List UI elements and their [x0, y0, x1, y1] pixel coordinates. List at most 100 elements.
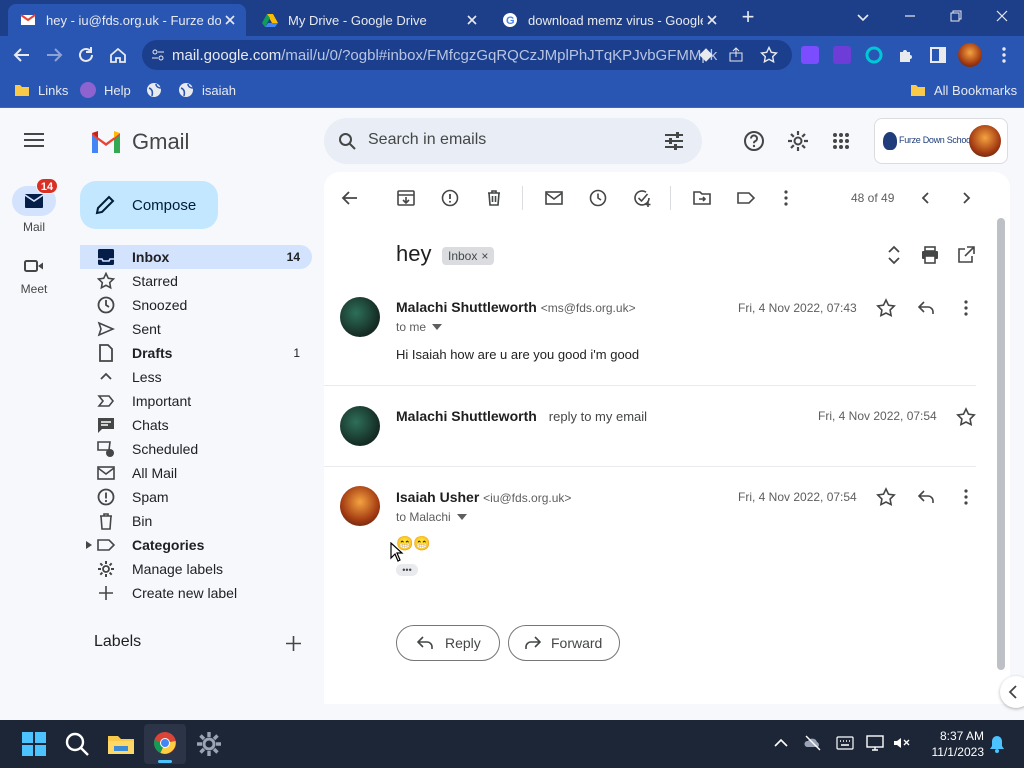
windows-start-icon[interactable]	[18, 728, 50, 760]
recipient-line[interactable]: to Malachi	[396, 510, 467, 524]
nav-item-manage-labels[interactable]: Manage labels	[80, 557, 312, 581]
gmail-logo-icon[interactable]	[90, 129, 122, 153]
bookmark-globe[interactable]	[146, 82, 170, 98]
reload-icon[interactable]	[76, 45, 96, 65]
all-bookmarks[interactable]: All Bookmarks	[910, 82, 1017, 98]
close-window-icon[interactable]	[994, 8, 1010, 24]
nav-item-important[interactable]: Important	[80, 389, 312, 413]
restore-icon[interactable]	[948, 8, 964, 24]
search-options-icon[interactable]	[664, 132, 684, 150]
inbox-chip[interactable]: Inbox ×	[442, 247, 495, 265]
account-avatar[interactable]	[969, 125, 1001, 157]
sender-name[interactable]: Malachi Shuttleworth	[396, 408, 537, 424]
forward-button[interactable]: Forward	[508, 625, 620, 661]
tab-google-search[interactable]: G download memz virus - Google S	[490, 4, 728, 36]
lens-icon[interactable]	[698, 47, 714, 63]
settings-gear-icon[interactable]	[193, 728, 225, 760]
more-options-icon[interactable]	[776, 188, 796, 208]
rail-mail[interactable]: 14 Mail	[0, 178, 68, 234]
nav-item-starred[interactable]: Starred	[80, 269, 312, 293]
clock[interactable]: 8:37 AM 11/1/2023	[920, 728, 985, 760]
side-panel-icon[interactable]	[928, 45, 948, 65]
collapsed-message[interactable]	[324, 386, 976, 466]
site-info-icon[interactable]	[151, 48, 165, 62]
reply-icon[interactable]	[916, 298, 936, 318]
onedrive-offline-icon[interactable]	[804, 734, 822, 752]
delete-icon[interactable]	[484, 188, 504, 208]
show-side-panel-button[interactable]	[1000, 676, 1024, 708]
bookmark-star-icon[interactable]	[760, 46, 778, 64]
report-spam-icon[interactable]	[440, 188, 460, 208]
sender-name[interactable]: Malachi Shuttleworth	[396, 299, 537, 315]
print-icon[interactable]	[920, 245, 940, 265]
show-details-caret-icon[interactable]	[456, 514, 467, 520]
nav-item-spam[interactable]: Spam	[80, 485, 312, 509]
apps-grid-icon[interactable]	[832, 132, 850, 150]
close-tab-icon[interactable]	[464, 12, 480, 28]
nav-item-sent[interactable]: Sent	[80, 317, 312, 341]
recipient-line[interactable]: to me	[396, 320, 443, 334]
nav-item-categories[interactable]: Categories	[80, 533, 312, 557]
new-tab-button[interactable]: +	[736, 6, 760, 30]
extension-icon[interactable]	[801, 46, 819, 64]
extension-icon[interactable]	[864, 45, 884, 65]
chrome-taskbar-button[interactable]	[144, 724, 186, 764]
scrollbar-thumb[interactable]	[997, 218, 1005, 670]
show-details-caret-icon[interactable]	[432, 324, 443, 330]
display-icon[interactable]	[866, 734, 884, 752]
star-message-icon[interactable]	[876, 298, 896, 318]
settings-gear-icon[interactable]	[787, 130, 809, 152]
nav-item-drafts[interactable]: Drafts 1	[80, 341, 312, 365]
home-icon[interactable]	[108, 45, 128, 65]
nav-item-less[interactable]: Less	[80, 365, 312, 389]
show-hidden-icons-icon[interactable]	[774, 738, 788, 748]
puzzle-icon[interactable]	[896, 45, 916, 65]
rail-meet[interactable]: Meet	[0, 258, 68, 296]
star-message-icon[interactable]	[956, 407, 976, 427]
sender-avatar[interactable]	[340, 297, 380, 337]
notification-bell-icon[interactable]	[988, 734, 1006, 754]
chip-remove-icon[interactable]: ×	[481, 249, 488, 263]
nav-item-inbox[interactable]: Inbox 14	[80, 245, 312, 269]
sender-avatar[interactable]	[340, 486, 380, 526]
file-explorer-icon[interactable]	[105, 728, 137, 760]
compose-button[interactable]: Compose	[80, 181, 218, 229]
tab-drive[interactable]: My Drive - Google Drive	[250, 4, 488, 36]
move-to-folder-icon[interactable]	[692, 188, 712, 208]
close-tab-icon[interactable]	[704, 12, 720, 28]
sender-name[interactable]: Isaiah Usher	[396, 489, 479, 505]
address-bar[interactable]: mail.google.com/mail/u/0/?ogbl#inbox/FMf…	[142, 40, 792, 70]
message-more-icon[interactable]	[956, 298, 976, 318]
mark-unread-icon[interactable]	[544, 188, 564, 208]
snooze-clock-icon[interactable]	[588, 188, 608, 208]
forward-arrow-icon[interactable]	[44, 45, 64, 65]
reply-icon[interactable]	[916, 487, 936, 507]
keyboard-icon[interactable]	[836, 736, 854, 750]
main-menu-icon[interactable]	[24, 132, 44, 148]
minimize-icon[interactable]	[902, 8, 918, 24]
bookmark-help[interactable]: Help	[80, 82, 131, 98]
open-new-window-icon[interactable]	[956, 245, 976, 265]
tab-gmail[interactable]: hey - iu@fds.org.uk - Furze dow	[8, 4, 246, 36]
tab-search-icon[interactable]	[856, 10, 870, 24]
add-task-icon[interactable]	[632, 188, 652, 208]
sender-avatar[interactable]	[340, 406, 380, 446]
reply-button[interactable]: Reply	[396, 625, 500, 661]
nav-item-scheduled[interactable]: Scheduled	[80, 437, 312, 461]
message-more-icon[interactable]	[956, 487, 976, 507]
expand-arrow-icon[interactable]	[86, 541, 92, 549]
search-icon[interactable]	[338, 132, 356, 150]
help-icon[interactable]	[743, 130, 765, 152]
nav-item-bin[interactable]: Bin	[80, 509, 312, 533]
add-label-plus-icon[interactable]	[286, 636, 301, 651]
volume-muted-icon[interactable]	[892, 734, 910, 752]
search-icon[interactable]	[61, 728, 93, 760]
back-arrow-icon[interactable]	[12, 45, 32, 65]
chrome-menu-icon[interactable]	[994, 45, 1014, 65]
older-chevron-icon[interactable]	[956, 188, 976, 208]
label-as-icon[interactable]	[736, 188, 756, 208]
share-icon[interactable]	[728, 47, 744, 63]
search-input[interactable]: Search in emails	[368, 131, 486, 149]
show-trimmed-content-button[interactable]: •••	[396, 564, 418, 576]
nav-item-all-mail[interactable]: All Mail	[80, 461, 312, 485]
